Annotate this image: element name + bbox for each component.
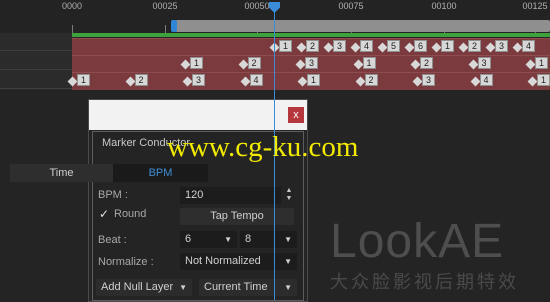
round-checkbox-label[interactable]: Round	[114, 208, 146, 220]
marker-label: 3	[192, 74, 206, 86]
tab-time[interactable]: Time	[10, 164, 113, 182]
watermark-url: www.cg-ku.com	[167, 131, 359, 163]
normalize-label: Normalize :	[98, 256, 154, 268]
marker-label: 1	[535, 57, 549, 69]
marker-label: 4	[522, 40, 536, 52]
add-null-layer-value: Add Null Layer	[101, 281, 174, 293]
marker-label: 2	[364, 74, 378, 86]
chevron-down-icon: ▼	[284, 257, 292, 266]
layer-name-column	[0, 33, 72, 90]
ruler-label: 00125	[522, 1, 548, 11]
marker-label: 3	[333, 40, 347, 52]
ruler-label: 00050	[244, 1, 270, 11]
chevron-down-icon: ▼	[179, 283, 187, 292]
marker-label: 2	[468, 40, 482, 52]
marker-label: 4	[249, 74, 263, 86]
ruler-tick	[72, 25, 73, 33]
chevron-down-icon: ▼	[284, 283, 292, 292]
row-divider	[0, 69, 72, 70]
marker-label: 1	[307, 74, 321, 86]
chevron-down-icon: ▼	[224, 235, 232, 244]
time-navigator-bar[interactable]	[171, 20, 550, 32]
ruler-label: 00025	[152, 1, 178, 11]
watermark-logo: LookAE	[330, 215, 505, 268]
mode-tabs: Time BPM	[10, 164, 208, 182]
beat-denominator-value: 8	[245, 233, 252, 245]
marker-label: 1	[190, 57, 204, 69]
ruler-label: 00100	[431, 1, 457, 11]
marker-label: 3	[422, 74, 436, 86]
row-divider	[0, 88, 72, 89]
beat-denominator-dropdown[interactable]: 8 ▼	[240, 231, 297, 248]
marker-label: 2	[420, 57, 434, 69]
watermark-tagline: 大众脸影视后期特效	[330, 272, 519, 293]
marker-label: 1	[77, 74, 91, 86]
normalize-value: Not Normalized	[185, 255, 261, 267]
checkmark-icon[interactable]: ✓	[99, 207, 109, 221]
marker-label: 3	[477, 57, 491, 69]
work-area-bar[interactable]	[72, 33, 550, 37]
marker-label: 2	[306, 40, 320, 52]
bpm-stepper[interactable]: ▲ ▼	[284, 187, 294, 204]
beat-numerator-value: 6	[185, 233, 192, 245]
marker-label: 3	[305, 57, 319, 69]
bpm-input[interactable]: 120	[180, 187, 281, 204]
time-mode-value: Current Time	[204, 281, 268, 293]
marker-label: 1	[362, 57, 376, 69]
marker-label: 3	[495, 40, 509, 52]
marker-label: 1	[441, 40, 455, 52]
marker-label: 6	[414, 40, 428, 52]
normalize-dropdown[interactable]: Not Normalized ▼	[180, 253, 297, 270]
add-null-layer-dropdown[interactable]: Add Null Layer ▼	[96, 279, 192, 296]
row-divider	[0, 50, 72, 51]
marker-label: 1	[537, 74, 550, 86]
time-mode-dropdown[interactable]: Current Time ▼	[199, 279, 297, 296]
marker-label: 4	[479, 74, 493, 86]
marker-label: 5	[387, 40, 401, 52]
beat-label: Beat :	[98, 234, 127, 246]
tap-tempo-button[interactable]: Tap Tempo	[180, 208, 294, 225]
chevron-down-icon: ▼	[284, 235, 292, 244]
marker-label: 1	[279, 40, 293, 52]
navigator-start-handle[interactable]	[171, 20, 177, 32]
ruler-label: 00075	[338, 1, 364, 11]
beat-numerator-dropdown[interactable]: 6 ▼	[180, 231, 237, 248]
ruler-tick	[165, 25, 166, 33]
ruler-label: 0000	[61, 1, 83, 11]
marker-label: 4	[360, 40, 374, 52]
close-button[interactable]: x	[288, 107, 304, 123]
tab-bpm[interactable]: BPM	[113, 164, 208, 182]
bpm-label: BPM :	[98, 189, 128, 201]
marker-label: 2	[134, 74, 148, 86]
marker-label: 2	[247, 57, 261, 69]
